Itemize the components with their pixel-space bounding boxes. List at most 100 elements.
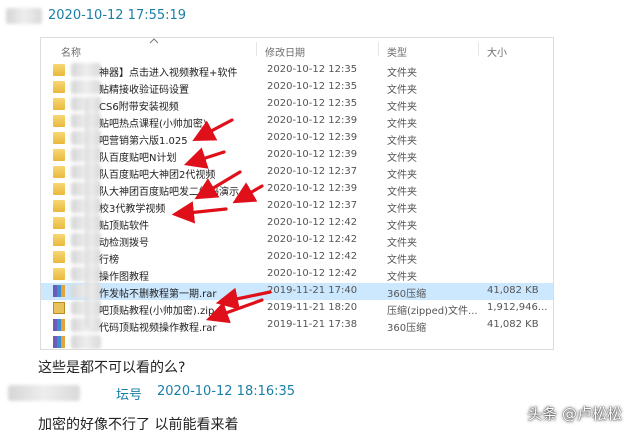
folder-row[interactable]: 贴精接收验证码设置 2020-10-12 12:35 文件夹 — [41, 79, 553, 96]
file-date: 2020-10-12 12:39 — [267, 132, 358, 143]
file-type: 文件夹 — [387, 119, 417, 130]
file-name: 贴吧热点课程(小帅加密) — [99, 119, 207, 130]
message-timestamp: 2020-10-12 17:55:19 — [48, 8, 187, 23]
rar-file-icon — [53, 285, 65, 297]
folder-row[interactable]: 行榜 2020-10-12 12:42 文件夹 — [41, 249, 553, 266]
file-size: 1,912,946... — [487, 302, 548, 313]
folder-row[interactable]: 贴吧热点课程(小帅加密) 2020-10-12 12:39 文件夹 — [41, 113, 553, 130]
file-type: 文件夹 — [387, 221, 417, 232]
file-name: 吧营销第六版1.025 — [99, 136, 188, 147]
file-name: 贴精接收验证码设置 — [99, 85, 189, 96]
file-name: 队大神团百度贴吧发二维码演示 — [99, 187, 239, 198]
sort-arrow-icon — [149, 38, 159, 44]
file-date: 2019-11-21 17:40 — [267, 285, 358, 296]
watermark: 头条 @卢松松 — [527, 405, 622, 423]
zip-file-icon — [53, 302, 65, 314]
file-date: 2020-10-12 12:42 — [267, 251, 358, 262]
file-type: 文件夹 — [387, 85, 417, 96]
folder-icon — [53, 149, 65, 161]
folder-icon — [53, 234, 65, 246]
folder-icon — [53, 166, 65, 178]
file-name: 行榜 — [99, 255, 119, 266]
folder-icon — [53, 268, 65, 280]
reply-message-1: 这些是都不可以看的么? — [38, 360, 186, 376]
folder-row[interactable]: 校3代教学视频 2020-10-12 12:37 文件夹 — [41, 198, 553, 215]
folder-icon — [53, 98, 65, 110]
reply-message-2: 加密的好像不行了 以前能看来着 — [38, 417, 239, 433]
folder-row[interactable]: 队大神团百度贴吧发二维码演示 2020-10-12 12:39 文件夹 — [41, 181, 553, 198]
file-type: 360压缩 — [387, 289, 427, 300]
file-date: 2020-10-12 12:37 — [267, 166, 358, 177]
file-size: 41,082 KB — [487, 319, 539, 330]
rar-file-icon — [53, 319, 65, 331]
message-timestamp-2: 2020-10-12 18:16:35 — [157, 384, 296, 399]
file-date: 2020-10-12 12:35 — [267, 98, 358, 109]
file-date: 2020-10-12 12:39 — [267, 149, 358, 160]
file-size: 41,082 KB — [487, 285, 539, 296]
file-name: 动检测拨号 — [99, 238, 149, 249]
rar-file-icon — [53, 336, 65, 348]
folder-icon — [53, 115, 65, 127]
folder-icon — [53, 183, 65, 195]
file-name: 代码顶贴视频操作教程.rar — [99, 323, 217, 334]
file-date: 2020-10-12 12:42 — [267, 217, 358, 228]
file-name: CS6附带安装视频 — [99, 102, 179, 113]
file-type: 文件夹 — [387, 170, 417, 181]
file-name: 队百度贴吧N计划 — [99, 153, 177, 164]
file-name: 校3代教学视频 — [99, 204, 166, 215]
sender-name-blurred — [8, 385, 80, 401]
file-date: 2019-11-21 18:20 — [267, 302, 358, 313]
file-type: 文件夹 — [387, 238, 417, 249]
file-name: 贴顶贴软件 — [99, 221, 149, 232]
folder-icon — [53, 132, 65, 144]
file-date: 2020-10-12 12:35 — [267, 64, 358, 75]
folder-row[interactable]: 队百度贴吧大神团2代视频 2020-10-12 12:37 文件夹 — [41, 164, 553, 181]
name-blurred-prefix — [71, 80, 101, 94]
file-name: 吧顶贴教程(小帅加密).zip — [99, 306, 215, 317]
file-type: 压缩(zipped)文件... — [387, 306, 478, 317]
name-blurred-prefix — [71, 63, 101, 77]
file-row[interactable]: 吧顶贴教程(小帅加密).zip 2019-11-21 18:20 压缩(zipped… — [41, 300, 553, 317]
name-blurred-prefix — [71, 335, 101, 349]
file-name: 队百度贴吧大神团2代视频 — [99, 170, 216, 181]
file-type: 文件夹 — [387, 153, 417, 164]
folder-row[interactable]: 动检测拨号 2020-10-12 12:42 文件夹 — [41, 232, 553, 249]
folder-row[interactable]: 操作图教程 2020-10-12 12:42 文件夹 — [41, 266, 553, 283]
file-type: 文件夹 — [387, 204, 417, 215]
file-date: 2020-10-12 12:39 — [267, 183, 358, 194]
file-row[interactable]: 代码顶贴视频操作教程.rar 2019-11-21 17:38 360压缩 41,08… — [41, 317, 553, 334]
file-type: 360压缩 — [387, 323, 427, 334]
column-size[interactable]: 大小 — [487, 44, 507, 59]
file-date: 2020-10-12 12:35 — [267, 81, 358, 92]
column-name[interactable]: 名称 — [61, 44, 81, 59]
file-row[interactable]: 作发帖不删教程第一期.rar 2019-11-21 17:40 360压缩 41,08… — [41, 283, 553, 300]
folder-icon — [53, 200, 65, 212]
file-date: 2019-11-21 17:38 — [267, 319, 358, 330]
folder-row[interactable]: 吧营销第六版1.025 2020-10-12 12:39 文件夹 — [41, 130, 553, 147]
column-modified[interactable]: 修改日期 — [265, 44, 305, 59]
folder-icon — [53, 217, 65, 229]
file-name: 神器】点击进入视频教程+软件 — [99, 68, 238, 79]
file-type: 文件夹 — [387, 136, 417, 147]
folder-row[interactable]: 贴顶贴软件 2020-10-12 12:42 文件夹 — [41, 215, 553, 232]
file-name: 作发帖不删教程第一期.rar — [99, 289, 217, 300]
file-row[interactable] — [41, 334, 553, 349]
file-name: 操作图教程 — [99, 272, 149, 283]
file-type: 文件夹 — [387, 255, 417, 266]
folder-row[interactable]: 神器】点击进入视频教程+软件 2020-10-12 12:35 文件夹 — [41, 62, 553, 79]
file-type: 文件夹 — [387, 272, 417, 283]
folder-row[interactable]: 队百度贴吧N计划 2020-10-12 12:39 文件夹 — [41, 147, 553, 164]
file-date: 2020-10-12 12:42 — [267, 234, 358, 245]
file-date: 2020-10-12 12:42 — [267, 268, 358, 279]
sender-name-partial: 坛号 — [116, 388, 143, 403]
folder-row[interactable]: CS6附带安装视频 2020-10-12 12:35 文件夹 — [41, 96, 553, 113]
file-date: 2020-10-12 12:39 — [267, 115, 358, 126]
folder-icon — [53, 251, 65, 263]
names-blur-overlay — [85, 98, 99, 328]
file-type: 文件夹 — [387, 187, 417, 198]
column-type[interactable]: 类型 — [387, 44, 407, 59]
folder-icon — [53, 64, 65, 76]
explorer-screenshot: 名称 修改日期 类型 大小 神器】点击进入视频教程+软件 2020-10-12 1… — [40, 37, 554, 350]
sender-name-blurred — [6, 8, 42, 24]
folder-icon — [53, 81, 65, 93]
